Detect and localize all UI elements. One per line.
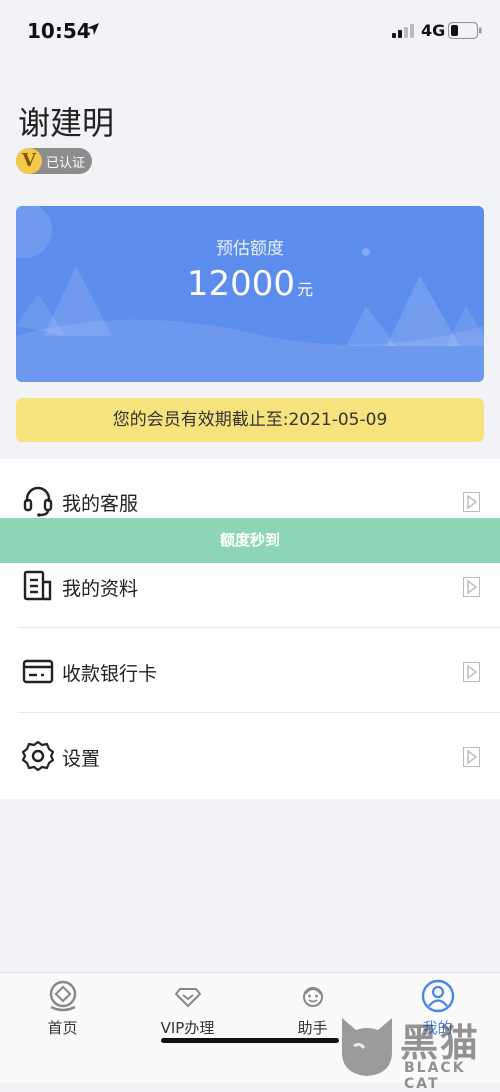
cellular-signal-icon <box>392 24 414 38</box>
chevron-right-icon <box>463 662 480 682</box>
diamond-icon <box>174 988 202 1008</box>
menu-item-settings[interactable]: 设置 <box>0 714 500 799</box>
location-arrow-icon <box>87 23 99 35</box>
gear-icon <box>22 740 54 772</box>
profile-name: 谢建明 <box>18 104 115 142</box>
tab-label: 首页 <box>47 1019 78 1037</box>
chevron-right-icon <box>463 577 480 597</box>
watermark-en: BLACK CAT <box>404 1060 466 1092</box>
credit-limit-card[interactable]: 预估额度 12000 元 <box>16 206 484 382</box>
chevron-right-icon <box>463 492 480 512</box>
status-time: 10:54 <box>27 19 91 43</box>
menu-label: 我的客服 <box>62 493 139 515</box>
menu-item-bank-card[interactable]: 收款银行卡 <box>0 629 500 714</box>
menu-divider <box>18 712 500 713</box>
credit-amount-value: 12000 <box>186 264 296 304</box>
menu-label: 收款银行卡 <box>62 663 158 685</box>
credit-limit-label: 预估额度 <box>216 239 284 259</box>
menu-label: 设置 <box>62 748 101 770</box>
black-cat-watermark: 黑猫 BLACK CAT <box>336 1012 496 1092</box>
verified-badge: V 已认证 <box>16 148 92 174</box>
tab-vip[interactable]: VIP办理 <box>125 973 250 1045</box>
black-cat-logo-icon <box>342 1018 392 1076</box>
verified-label: 已认证 <box>46 156 86 171</box>
vip-v-icon: V <box>16 148 42 174</box>
credit-limit-amount: 12000 元 <box>16 264 484 304</box>
user-icon <box>421 979 455 1013</box>
home-icon <box>49 980 77 1012</box>
document-icon <box>23 570 52 601</box>
home-indicator <box>161 1038 339 1043</box>
watermark-cn: 黑猫 <box>400 1021 481 1065</box>
menu-label: 我的资料 <box>62 578 139 600</box>
profile-menu: 我的客服 我的资料 收款银行卡 设置 <box>0 459 500 799</box>
membership-expiry-bar: 您的会员有效期截止至:2021-05-09 <box>16 398 484 442</box>
assistant-icon <box>303 987 323 1007</box>
battery-icon <box>448 22 482 39</box>
status-bar: 10:54 4G <box>0 0 500 62</box>
tab-label: VIP办理 <box>160 1019 215 1037</box>
toast-banner: 额度秒到 <box>0 518 500 563</box>
headset-icon <box>23 486 53 517</box>
menu-divider <box>18 627 500 628</box>
network-type: 4G <box>421 21 446 40</box>
tab-home[interactable]: 首页 <box>0 973 125 1045</box>
bank-card-icon <box>22 659 54 684</box>
credit-amount-unit: 元 <box>297 280 314 299</box>
chevron-right-icon <box>463 747 480 767</box>
